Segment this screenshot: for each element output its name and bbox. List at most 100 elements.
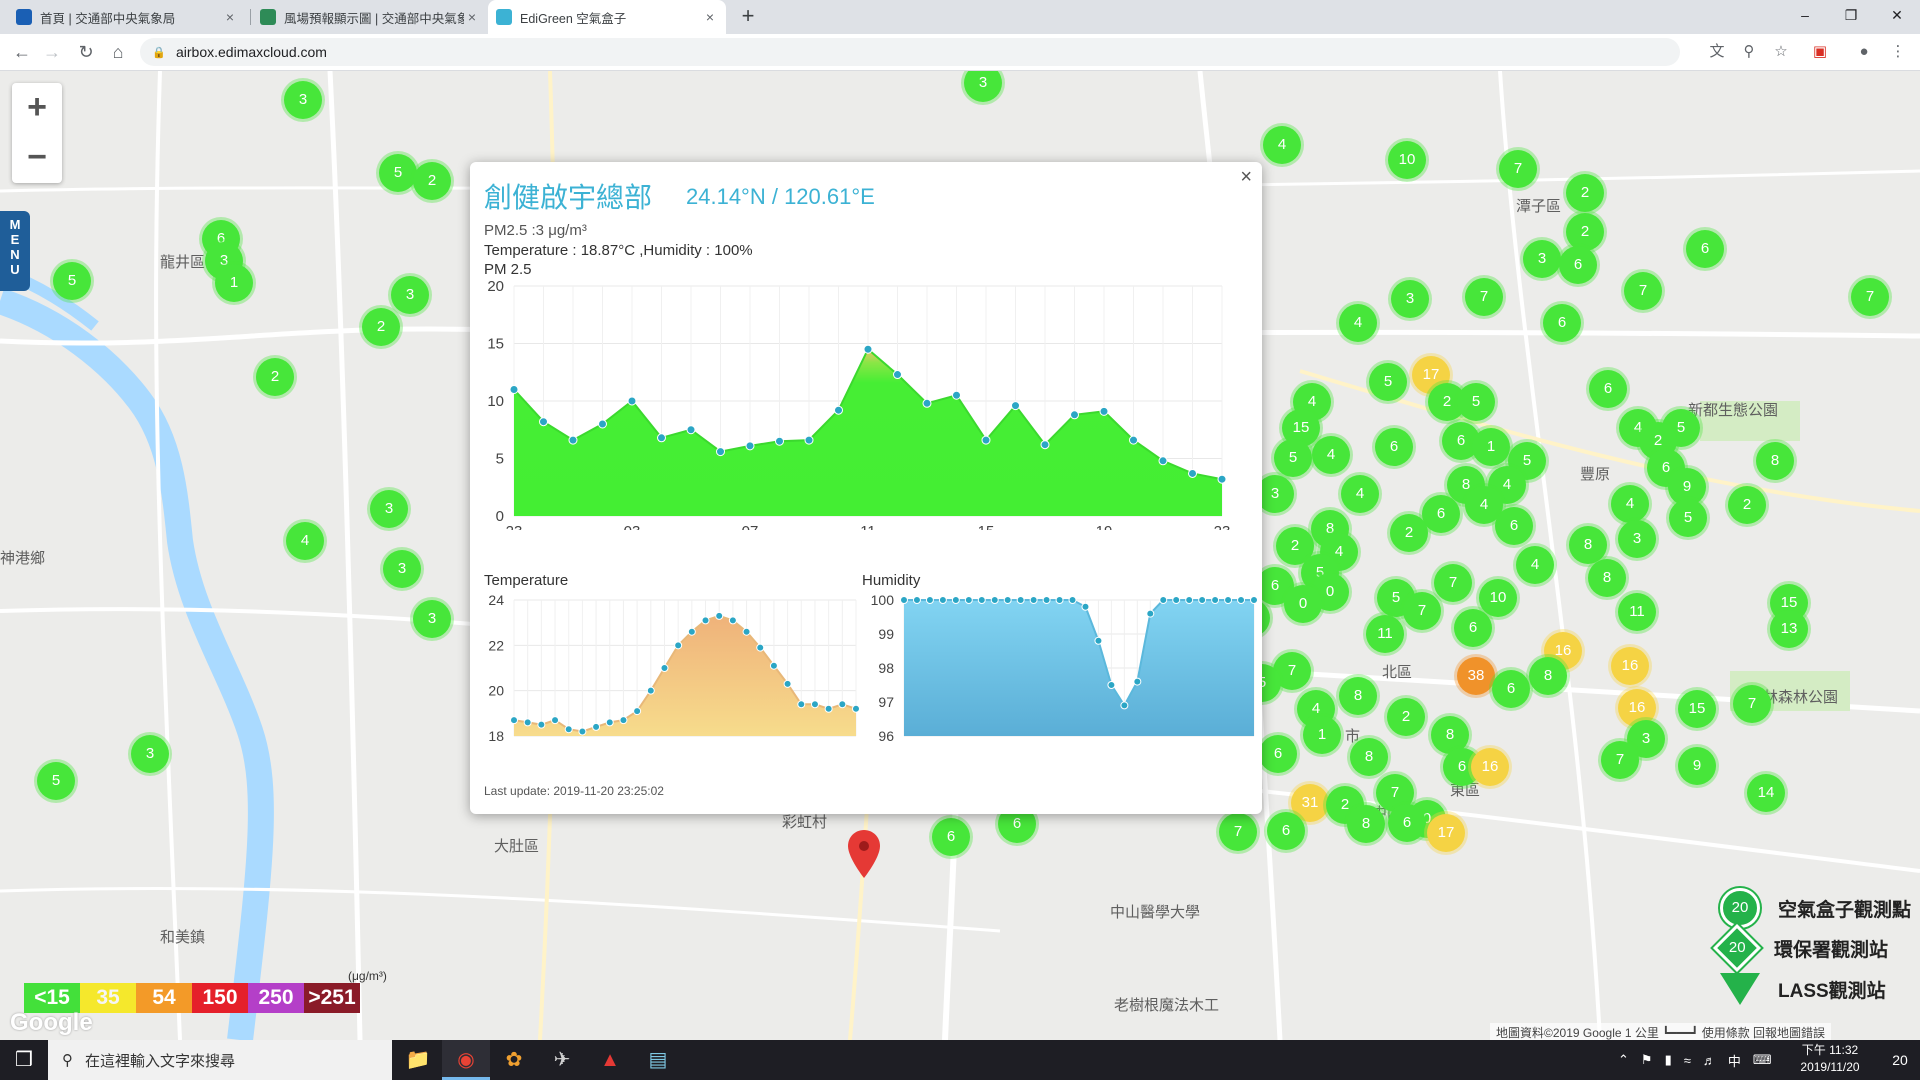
data-point[interactable] [769,661,778,670]
airbox-marker[interactable]: 2 [1387,698,1425,736]
close-popup-icon[interactable]: × [1240,166,1252,189]
airbox-marker[interactable]: 4 [1516,546,1554,584]
data-point[interactable] [1081,602,1090,611]
airbox-marker[interactable]: 4 [1611,485,1649,523]
data-point[interactable] [510,716,518,725]
airbox-marker[interactable]: 7 [1434,564,1472,602]
menu-dots-icon[interactable]: ⋮ [1886,40,1910,64]
airbox-marker[interactable]: 4 [1341,475,1379,513]
airbox-marker[interactable]: 2 [1566,213,1604,251]
data-point[interactable] [1198,596,1207,604]
airbox-marker[interactable]: 16 [1471,748,1509,786]
data-point[interactable] [715,611,724,620]
map-canvas[interactable]: 龍井區潭子區新都生態公園豐原大肚區望高寮夜景公園彩虹村南屯台中嘉明中區東區中山醫… [0,71,1920,1040]
airbox-marker[interactable]: 7 [1624,272,1662,310]
data-point[interactable] [686,425,696,435]
data-point[interactable] [824,704,833,713]
data-point[interactable] [1107,681,1116,689]
translate-icon[interactable]: 文 [1705,40,1729,64]
airbox-marker[interactable]: 2 [362,308,400,346]
data-point[interactable] [701,616,710,625]
airbox-marker[interactable]: 5 [379,154,417,192]
app-icon[interactable]: ✿ [490,1040,538,1080]
data-point[interactable] [952,390,961,400]
data-point[interactable] [938,596,947,604]
data-point[interactable] [1237,596,1246,604]
data-point[interactable] [646,686,655,695]
data-point[interactable] [660,664,669,672]
airbox-marker[interactable]: 17 [1427,814,1465,852]
airbox-marker[interactable]: 6 [1375,428,1413,466]
data-point[interactable] [775,436,784,446]
data-point[interactable] [627,396,637,406]
keyboard-icon[interactable]: ⌨ [1753,1052,1772,1068]
airbox-marker[interactable]: 6 [1259,735,1297,773]
airbox-marker[interactable]: 7 [1465,278,1503,316]
airbox-marker[interactable]: 7 [1601,741,1639,779]
data-point[interactable] [863,344,873,354]
airbox-marker[interactable]: 3 [284,81,322,119]
data-point[interactable] [605,718,614,727]
airbox-marker[interactable]: 5 [53,262,91,300]
maximize-button[interactable]: ❐ [1828,0,1874,30]
data-point[interactable] [1250,596,1258,604]
airbox-marker[interactable]: 8 [1569,526,1607,564]
data-point[interactable] [657,433,666,443]
data-point[interactable] [745,441,755,451]
forward-icon[interactable]: → [38,38,66,66]
airbox-marker[interactable]: 6 [932,818,970,856]
airbox-marker[interactable]: 15 [1678,690,1716,728]
data-point[interactable] [728,616,737,625]
data-point[interactable] [1120,701,1129,710]
windows-start-icon[interactable]: ❒ [0,1040,48,1080]
data-point[interactable] [633,707,642,716]
data-point[interactable] [1094,636,1103,645]
data-point[interactable] [893,370,902,380]
data-point[interactable] [1211,596,1220,604]
data-point[interactable] [990,596,999,604]
wifi-icon[interactable]: ≈ [1684,1053,1691,1068]
reload-icon[interactable]: ↻ [72,38,100,66]
tab-cwb-home[interactable]: 首頁 | 交通部中央氣象局 × [8,0,246,34]
airbox-marker[interactable]: 8 [1756,442,1794,480]
airbox-marker[interactable]: 11 [1366,615,1404,653]
airbox-marker[interactable]: 7 [1403,592,1441,630]
airbox-marker[interactable]: 1 [1472,428,1510,466]
data-point[interactable] [1133,677,1142,686]
data-point[interactable] [716,447,725,457]
airbox-marker[interactable]: 7 [1499,150,1537,188]
airbox-marker[interactable]: 3 [383,550,421,588]
airbox-marker[interactable]: 6 [1422,495,1460,533]
airbox-marker[interactable]: 11 [1618,593,1656,631]
airbox-marker[interactable]: 3 [413,600,451,638]
file-explorer-icon[interactable]: 📁 [394,1040,442,1080]
data-point[interactable] [951,596,960,604]
close-tab-icon[interactable]: × [464,9,480,25]
airbox-marker[interactable]: 14 [1747,774,1785,812]
data-point[interactable] [1011,401,1020,411]
data-point[interactable] [834,405,843,415]
data-point[interactable] [539,417,548,427]
airbox-marker[interactable]: 8 [1347,805,1385,843]
airbox-marker[interactable]: 6 [1495,507,1533,545]
airbox-marker[interactable]: 1 [1303,716,1341,754]
airbox-marker[interactable]: 1 [215,264,253,302]
airbox-marker[interactable]: 6 [1559,246,1597,284]
airbox-marker[interactable]: 3 [1618,520,1656,558]
data-point[interactable] [804,435,814,445]
data-point[interactable] [1042,596,1051,604]
airbox-marker[interactable]: 4 [286,522,324,560]
airbox-marker[interactable]: 5 [1369,363,1407,401]
bookmark-star-icon[interactable]: ☆ [1769,40,1793,64]
data-point[interactable] [838,700,847,709]
data-point[interactable] [619,716,628,725]
data-point[interactable] [509,385,519,394]
airbox-marker[interactable]: 3 [1523,240,1561,278]
data-point[interactable] [1185,596,1194,604]
data-point[interactable] [674,641,683,650]
data-point[interactable] [578,727,587,736]
airbox-marker[interactable]: 5 [1274,439,1312,477]
data-point[interactable] [1070,410,1079,420]
data-point[interactable] [1158,456,1168,466]
airbox-marker[interactable]: 6 [1454,609,1492,647]
